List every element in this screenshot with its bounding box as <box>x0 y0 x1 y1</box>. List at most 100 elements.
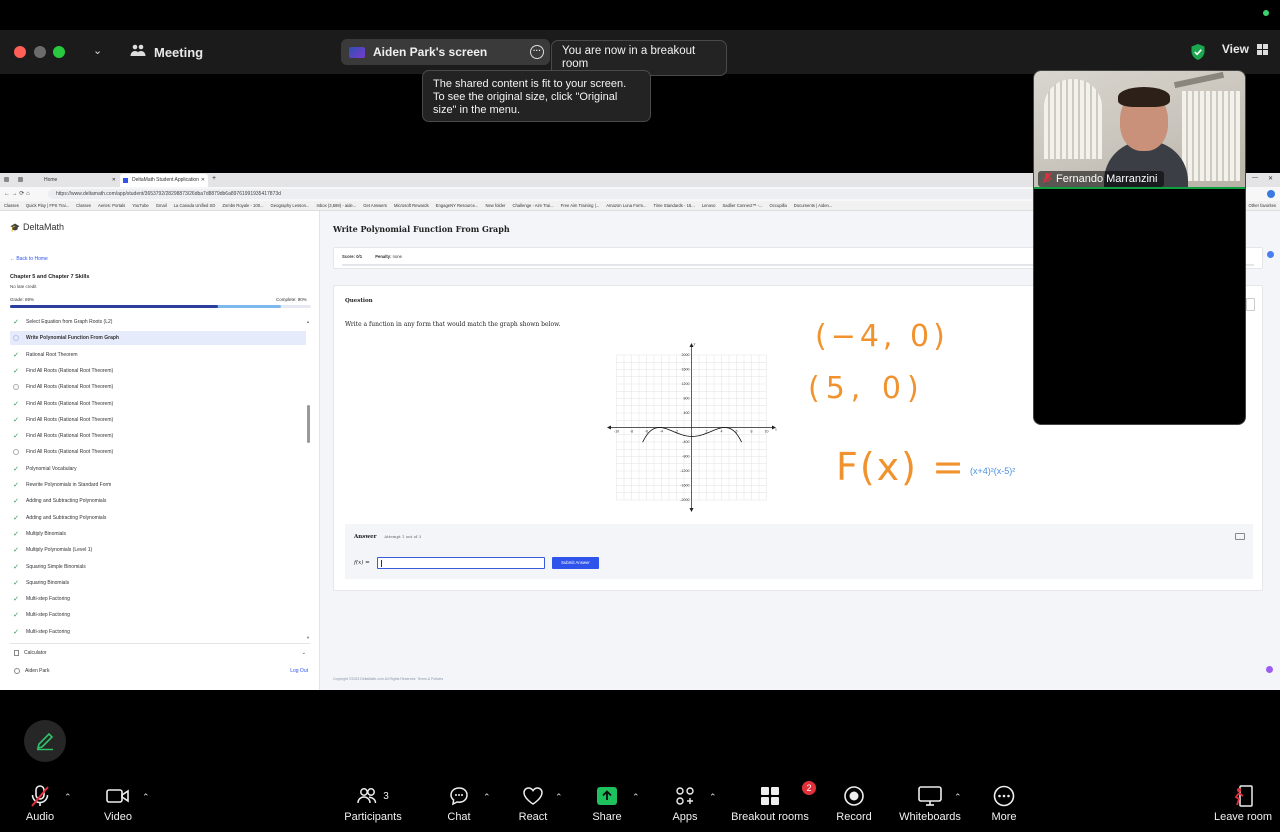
bookmark-item[interactable]: Challenge - Aim Trai... <box>512 203 553 208</box>
react-button[interactable]: React <box>517 784 549 823</box>
bookmark-item[interactable]: Amazon Luna Form... <box>606 203 646 208</box>
bookmark-item[interactable]: Time Standards - 15... <box>653 203 694 208</box>
bookmark-item[interactable]: Free Aim Training |... <box>561 203 600 208</box>
bookmark-item[interactable]: Documents | Aiden... <box>794 203 833 208</box>
bookmark-item[interactable]: Lenovo <box>702 203 716 208</box>
calculator-toggle[interactable]: Calculator ⌄ <box>14 650 306 656</box>
participant-video-panel[interactable]: Fernando Marranzini <box>1033 70 1246 425</box>
skill-list-item[interactable]: ✓ Multi-step Factoring <box>10 592 306 606</box>
chat-options-caret[interactable]: ⌃ <box>483 792 491 803</box>
skill-list-item[interactable]: ✓ Rational Root Theorem <box>10 348 306 362</box>
annotate-pencil-button[interactable] <box>24 720 66 762</box>
more-button[interactable]: More <box>988 784 1020 823</box>
fit-to-screen-tooltip: The shared content is fit to your screen… <box>422 70 651 122</box>
skill-list-item[interactable]: ✓ Find All Roots (Rational Root Theorem) <box>10 397 306 411</box>
chevron-down-icon[interactable]: ⌄ <box>93 44 102 57</box>
annotation-fx: F(x) = <box>836 445 966 489</box>
expand-button[interactable] <box>1246 298 1255 311</box>
polynomial-graph: -10 -8 -6 -4 -2 2 4 6 8 10200016001200800400-400-… <box>607 341 777 512</box>
skill-list-item[interactable]: Write Polynomial Function From Graph <box>10 331 306 346</box>
edge-icon[interactable] <box>1267 190 1275 198</box>
bookmark-item[interactable]: Gmail <box>156 203 167 208</box>
participants-icon <box>357 788 377 804</box>
close-window-button[interactable] <box>14 46 26 58</box>
video-options-caret[interactable]: ⌃ <box>142 792 150 803</box>
bookmark-item[interactable]: Get Answers <box>363 203 387 208</box>
help-icon[interactable] <box>1267 251 1274 258</box>
bookmark-item[interactable]: Quick Play | FPS Trai... <box>26 203 69 208</box>
video-button[interactable]: Video <box>102 784 134 823</box>
bookmark-item[interactable]: YouTube <box>132 203 148 208</box>
view-button[interactable]: View <box>1222 42 1268 56</box>
bookmark-item[interactable]: Sadlier Connect™ -... <box>723 203 763 208</box>
share-button[interactable]: Share <box>592 784 622 823</box>
skill-list-item[interactable]: ✓ Multi-step Factoring <box>10 625 306 639</box>
skill-list-item[interactable]: ✓ Adding and Subtracting Polynomials <box>10 494 306 508</box>
log-out-link[interactable]: Log Out <box>290 668 308 674</box>
late-credit-note: No late credit <box>10 284 37 289</box>
y-tick-label: -400 <box>682 440 689 444</box>
scrollbar-thumb[interactable] <box>307 405 310 443</box>
apps-button[interactable]: Apps <box>670 784 700 823</box>
skill-list-item[interactable]: ✓ Squaring Binomials <box>10 576 306 590</box>
bookmark-item[interactable]: Classes <box>4 203 19 208</box>
security-shield-icon[interactable] <box>1190 43 1206 66</box>
deltamath-logo[interactable]: 🎓 DeltaMath <box>10 222 64 232</box>
bookmark-item[interactable]: La Canada Unified SD <box>174 203 216 208</box>
react-options-caret[interactable]: ⌃ <box>555 792 563 803</box>
shared-screen-pill[interactable]: Aiden Park's screen ··· <box>341 39 550 65</box>
leave-room-button[interactable]: Leave room <box>1212 784 1274 823</box>
participants-button[interactable]: 3 Participants <box>343 784 403 823</box>
skill-list-item[interactable]: ✓ Polynomial Vocabulary <box>10 462 306 476</box>
scrollbar-track[interactable]: ▲ ▼ <box>306 319 310 640</box>
apps-options-caret[interactable]: ⌃ <box>709 792 717 803</box>
skill-list-item[interactable]: ✓ Find All Roots (Rational Root Theorem) <box>10 413 306 427</box>
skill-list-item[interactable]: ✓ Find All Roots (Rational Root Theorem) <box>10 364 306 378</box>
grade-text: Grade: 69% <box>10 297 35 302</box>
back-to-home-link[interactable]: ← Back to Home <box>10 256 48 262</box>
bookmark-item[interactable]: Aeries: Portals <box>98 203 125 208</box>
breakout-rooms-button[interactable]: 2 Breakout rooms <box>730 781 816 823</box>
skill-list-item[interactable]: ✓ Rewrite Polynomials in Standard Form <box>10 478 306 492</box>
chat-button[interactable]: Chat <box>444 784 474 823</box>
bookmark-item[interactable]: Occupilla <box>770 203 787 208</box>
graduation-cap-icon: 🎓 <box>10 222 20 232</box>
skill-list-item[interactable]: ✓ Multiply Polynomials (Level 1) <box>10 543 306 557</box>
minimize-window-button[interactable] <box>34 46 46 58</box>
answer-heading: Answer <box>354 534 377 540</box>
bookmark-item[interactable]: Inbox (3,598) - aide... <box>316 203 356 208</box>
participants-count: 3 <box>383 790 389 802</box>
audio-button[interactable]: Audio <box>24 784 56 823</box>
bookmark-item[interactable]: Geography Lesson... <box>271 203 310 208</box>
y-tick-label: 1600 <box>682 368 690 372</box>
skill-list-item[interactable]: ✓ Adding and Subtracting Polynomials <box>10 511 306 525</box>
bookmark-item[interactable]: EngageNY Resource... <box>436 203 479 208</box>
zoom-window-button[interactable] <box>53 46 65 58</box>
skill-list-item[interactable]: ✓ Select Equation from Graph Roots (L2) <box>10 315 306 329</box>
assistant-icon[interactable] <box>1266 666 1273 673</box>
whiteboards-options-caret[interactable]: ⌃ <box>954 792 962 803</box>
bookmark-item[interactable]: New folder <box>485 203 505 208</box>
browser-tab-deltamath[interactable]: DeltaMath Student Application ✕ <box>120 174 208 187</box>
answer-input[interactable] <box>377 557 545 569</box>
meeting-info-button[interactable]: Meeting <box>130 42 203 62</box>
skill-list-item[interactable]: ✓ Multi-step Factoring <box>10 608 306 622</box>
audio-options-caret[interactable]: ⌃ <box>64 792 72 803</box>
bookmark-item[interactable]: Classes <box>76 203 91 208</box>
skill-list-item[interactable]: ✓ Squaring Simple Binomials <box>10 560 306 574</box>
submit-answer-button[interactable]: Submit Answer <box>552 557 599 569</box>
record-button[interactable]: Record <box>834 784 874 823</box>
whiteboards-button[interactable]: Whiteboards <box>896 784 964 823</box>
other-favorites[interactable]: Other favorites <box>1249 203 1280 208</box>
new-tab-button[interactable]: + <box>212 175 216 182</box>
skill-list-item[interactable]: Find All Roots (Rational Root Theorem) <box>10 380 306 394</box>
share-options-caret[interactable]: ⌃ <box>632 792 640 803</box>
bookmark-item[interactable]: Microsoft Rewards <box>394 203 429 208</box>
keyboard-icon[interactable] <box>1235 533 1245 540</box>
skill-list-item[interactable]: Find All Roots (Rational Root Theorem) <box>10 445 306 459</box>
bookmark-item[interactable]: Zombs Royale - 100... <box>222 203 263 208</box>
browser-tab-home[interactable]: Home ✕ <box>38 175 118 185</box>
skill-list-item[interactable]: ✓ Multiply Binomials <box>10 527 306 541</box>
skill-list-item[interactable]: ✓ Find All Roots (Rational Root Theorem) <box>10 429 306 443</box>
more-options-icon[interactable]: ··· <box>530 45 544 59</box>
